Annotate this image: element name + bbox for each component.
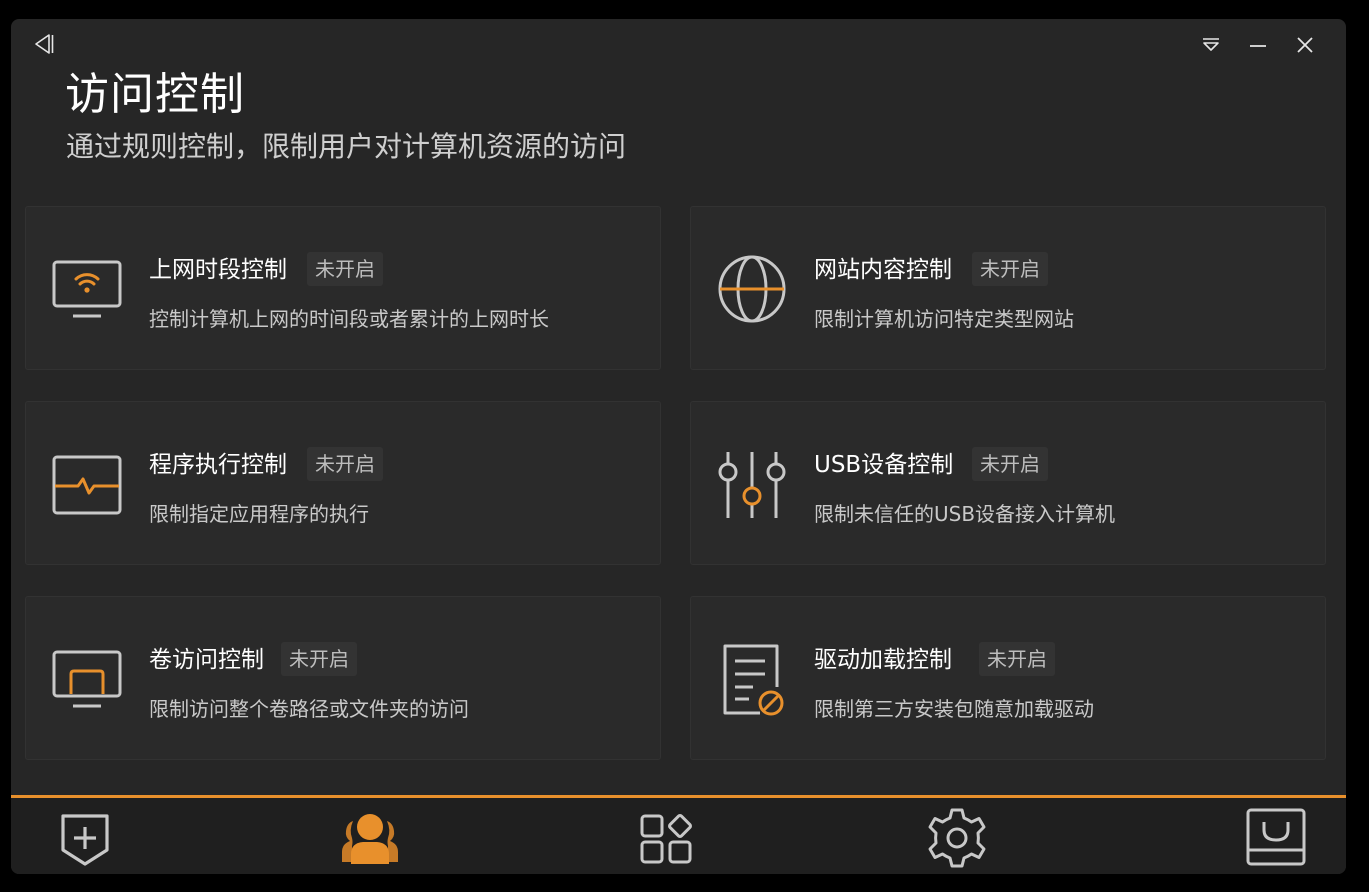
card-program-execution-control[interactable]: 程序执行控制 未开启 限制指定应用程序的执行	[25, 401, 661, 565]
settings-gear-icon[interactable]	[925, 806, 989, 870]
card-description: 限制第三方安装包随意加载驱动	[814, 697, 1094, 721]
inbox-tray-icon[interactable]	[1244, 806, 1308, 870]
status-badge: 未开启	[281, 642, 357, 676]
card-description: 限制计算机访问特定类型网站	[814, 307, 1074, 331]
card-description: 限制指定应用程序的执行	[149, 502, 369, 526]
card-internet-time-control[interactable]: 上网时段控制 未开启 控制计算机上网的时间段或者累计的上网时长	[25, 206, 661, 370]
sliders-icon	[715, 448, 789, 522]
card-title: 网站内容控制	[814, 257, 952, 283]
globe-icon	[715, 253, 789, 327]
card-volume-access-control[interactable]: 卷访问控制 未开启 限制访问整个卷路径或文件夹的访问	[25, 596, 661, 760]
card-title: 程序执行控制	[149, 452, 287, 478]
status-badge: 未开启	[972, 447, 1048, 481]
card-driver-load-control[interactable]: 驱动加载控制 未开启 限制第三方安装包随意加载驱动	[690, 596, 1326, 760]
shield-plus-icon[interactable]	[53, 806, 117, 870]
dropdown-triangle-icon[interactable]	[1199, 33, 1223, 57]
card-website-content-control[interactable]: 网站内容控制 未开启 限制计算机访问特定类型网站	[690, 206, 1326, 370]
bottom-nav-bar	[11, 795, 1346, 874]
monitor-wifi-icon	[50, 253, 124, 327]
card-description: 限制未信任的USB设备接入计算机	[814, 502, 1116, 526]
status-badge: 未开启	[307, 252, 383, 286]
collapse-left-icon[interactable]	[31, 31, 57, 57]
card-title: 卷访问控制	[149, 647, 264, 673]
close-icon[interactable]	[1293, 33, 1317, 57]
card-usb-device-control[interactable]: USB设备控制 未开启 限制未信任的USB设备接入计算机	[690, 401, 1326, 565]
monitor-pulse-icon	[50, 448, 124, 522]
card-description: 限制访问整个卷路径或文件夹的访问	[149, 697, 469, 721]
card-description: 控制计算机上网的时间段或者累计的上网时长	[149, 307, 549, 331]
status-badge: 未开启	[307, 447, 383, 481]
apps-grid-icon[interactable]	[634, 806, 698, 870]
page-title: 访问控制	[65, 69, 245, 120]
card-title: USB设备控制	[814, 452, 954, 478]
page-subtitle: 通过规则控制，限制用户对计算机资源的访问	[66, 130, 627, 163]
card-title: 上网时段控制	[149, 257, 287, 283]
document-forbidden-icon	[715, 643, 789, 717]
minimize-icon[interactable]	[1246, 33, 1270, 57]
status-badge: 未开启	[979, 642, 1055, 676]
status-badge: 未开启	[972, 252, 1048, 286]
card-title: 驱动加载控制	[814, 647, 952, 673]
monitor-folder-icon	[50, 643, 124, 717]
users-icon[interactable]	[338, 806, 402, 870]
access-control-window: 访问控制 通过规则控制，限制用户对计算机资源的访问 上网时段控制 未开启 控制计…	[11, 19, 1346, 874]
